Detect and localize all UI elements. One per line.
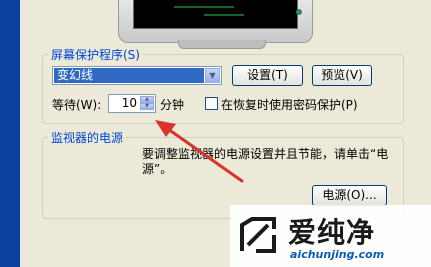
watermark-logo-icon xyxy=(240,217,276,253)
site-watermark: 爱纯净 aichunjing.com xyxy=(230,205,431,267)
watermark-url: aichunjing.com xyxy=(290,248,385,261)
watermark-title: 爱纯净 xyxy=(288,216,376,249)
